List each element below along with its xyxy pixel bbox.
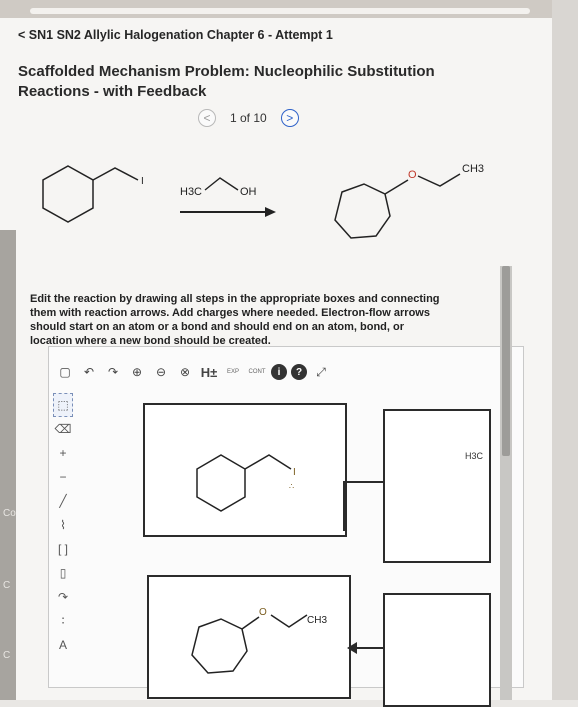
help-icon[interactable]: ? (291, 364, 307, 380)
editor-tool-sidebar: ⬚ ⌫ + − ╱ ⌇ [ ] ▯ ↷ ∶ A (53, 393, 75, 657)
breadcrumb[interactable]: < SN1 SN2 Allylic Halogenation Chapter 6… (18, 28, 333, 42)
expand-button[interactable]: EXP (223, 362, 243, 382)
step-arrow-1-vertical (343, 481, 345, 531)
reaction-arrowhead (265, 207, 276, 217)
product-ch3-label: CH3 (462, 163, 484, 175)
select-tool-icon[interactable]: ⬚ (53, 393, 73, 417)
box1-molecule: I ∴ (196, 454, 296, 512)
pager: < 1 of 10 > (198, 108, 299, 128)
bond-tool-icon[interactable]: ╱ (53, 489, 73, 513)
box1-lone-pair-icon: ∴ (289, 482, 294, 491)
mechanism-box-4[interactable] (383, 593, 491, 707)
step-arrow-1[interactable] (343, 481, 383, 483)
file-icon[interactable]: ▢ (55, 362, 75, 382)
chain-tool-icon[interactable]: ⌇ (53, 513, 73, 537)
editor-toolbar: ▢ ↶ ↷ ⊕ ⊖ ⊗ H± EXP CONT i ? ⤢ (55, 361, 331, 383)
reagent-bonds (204, 177, 239, 191)
mechanism-box-1[interactable]: I ∴ (143, 403, 347, 537)
hydrogen-toggle-button[interactable]: H± (199, 362, 219, 382)
contract-button[interactable]: CONT (247, 362, 267, 382)
box3-molecule: O CH3 (191, 607, 327, 674)
left-edge: Co C C (0, 230, 16, 700)
atom-label-button[interactable]: A (53, 633, 73, 657)
reactant-molecule (42, 165, 139, 223)
undo-icon[interactable]: ↶ (79, 362, 99, 382)
product-molecule (334, 173, 461, 239)
reagent-oh-label: OH (240, 186, 257, 198)
glare (30, 8, 530, 14)
clear-icon[interactable]: ⊗ (175, 362, 195, 382)
reaction-scheme: I H3C OH O CH3 (42, 163, 484, 239)
scrollbar-thumb[interactable] (502, 266, 510, 456)
box2-h3c-label: H3C (465, 451, 484, 461)
right-edge (552, 0, 578, 700)
prev-page-button[interactable]: < (198, 109, 216, 127)
electron-arrow-icon[interactable]: ↷ (53, 585, 73, 609)
step-arrow-2-head (347, 642, 357, 654)
left-edge-label-c1: C (3, 580, 11, 591)
left-edge-label-co: Co (3, 508, 16, 519)
box3-ch3-label: CH3 (307, 615, 327, 626)
bracket-tool-icon[interactable]: [ ] (53, 537, 73, 561)
mechanism-box-3[interactable]: O CH3 (147, 575, 351, 699)
info-icon[interactable]: i (271, 364, 287, 380)
zoom-out-icon[interactable]: ⊖ (151, 362, 171, 382)
zoom-in-icon[interactable]: ⊕ (127, 362, 147, 382)
page-indicator: 1 of 10 (230, 111, 267, 125)
box3-oxygen-label: O (259, 607, 267, 618)
mechanism-box-2[interactable]: H3C (383, 409, 491, 563)
redo-icon[interactable]: ↷ (103, 362, 123, 382)
positive-charge-button[interactable]: + (53, 441, 73, 465)
product-oxygen-label: O (408, 169, 417, 181)
page-title: Scaffolded Mechanism Problem: Nucleophil… (18, 63, 435, 100)
left-edge-label-c2: C (3, 650, 11, 661)
eraser-icon[interactable]: ⌫ (53, 417, 73, 441)
fullscreen-icon[interactable]: ⤢ (311, 362, 331, 382)
lone-pair-icon[interactable]: ∶ (53, 609, 73, 633)
next-page-button[interactable]: > (280, 109, 299, 127)
reactant-iodine-label: I (141, 176, 144, 187)
instructions-text: Edit the reaction by drawing all steps i… (30, 293, 440, 347)
reagent-h3c-label: H3C (180, 186, 202, 198)
page-scrollbar[interactable] (500, 266, 512, 700)
rectangle-tool-icon[interactable]: ▯ (53, 561, 73, 585)
box1-iodine-label: I (293, 467, 296, 478)
breadcrumb-text: SN1 SN2 Allylic Halogenation Chapter 6 -… (28, 28, 333, 42)
negative-charge-button[interactable]: − (53, 465, 73, 489)
mechanism-editor[interactable]: ▢ ↶ ↷ ⊕ ⊖ ⊗ H± EXP CONT i ? ⤢ ⬚ ⌫ + − ╱ … (48, 346, 524, 707)
